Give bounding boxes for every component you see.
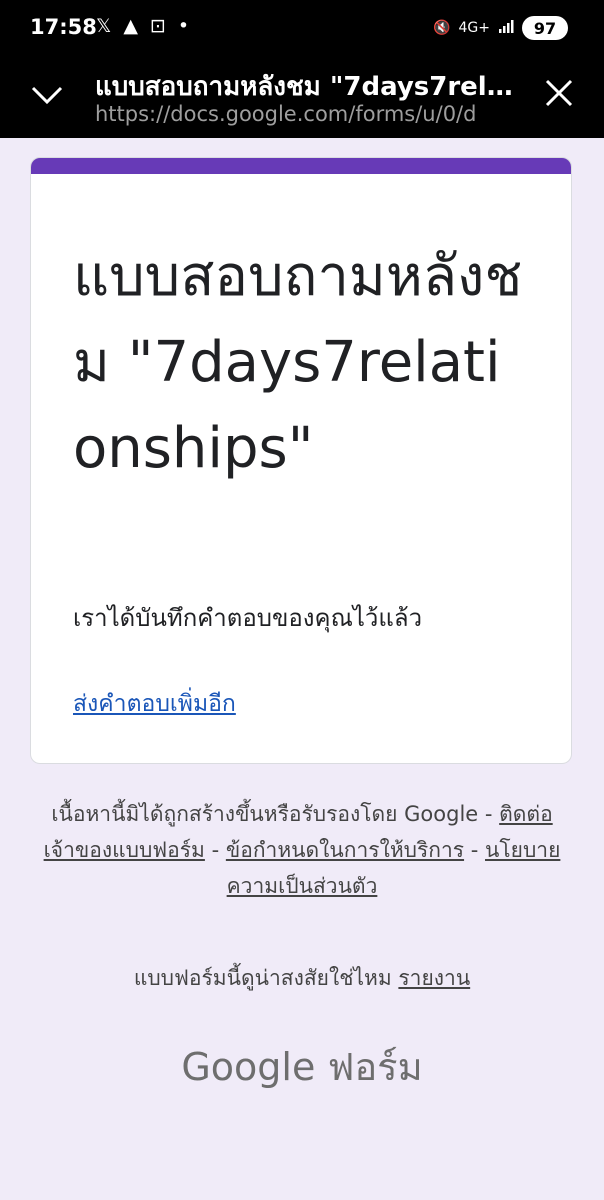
battery-indicator: 97 (522, 16, 568, 40)
confirmation-message: เราได้บันทึกคำตอบของคุณไว้แล้ว (73, 604, 423, 632)
report-link[interactable]: รายงาน (398, 966, 470, 990)
chevron-down-icon[interactable] (30, 80, 64, 110)
disclaimer-text: เนื้อหานี้มิได้ถูกสร้างขึ้นหรือรับรองโดย… (51, 802, 493, 826)
x-app-icon: 𝕏 (96, 15, 112, 37)
browser-top-bar: แบบสอบถามหลังชม "7days7relationships" ht… (0, 60, 604, 138)
close-icon[interactable] (544, 78, 574, 108)
submit-another-link[interactable]: ส่งคำตอบเพิ่มอีก (73, 686, 236, 722)
notification-icons: 𝕏 ▲ ⊡ • (96, 15, 189, 37)
footer-disclaimer: เนื้อหานี้มิได้ถูกสร้างขึ้นหรือรับรองโดย… (40, 796, 564, 904)
separator: - (211, 838, 220, 862)
suspicious-text: แบบฟอร์มนี้ดูน่าสงสัยใช่ไหม (133, 966, 392, 990)
warning-icon: ▲ (123, 15, 138, 37)
google-forms-logo: Google ฟอร์ม (181, 1045, 423, 1089)
status-time: 17:58 (30, 15, 97, 39)
form-title: แบบสอบถามหลังชม "7days7relationships" (73, 244, 523, 481)
form-response-card: แบบสอบถามหลังชม "7days7relationships" เร… (30, 157, 572, 764)
dot-icon: • (177, 15, 190, 37)
card-accent-bar (31, 158, 571, 174)
report-section: แบบฟอร์มนี้ดูน่าสงสัยใช่ไหม รายงาน (40, 962, 564, 995)
page-url: https://docs.google.com/forms/u/0/d (95, 102, 477, 126)
signal-icon (498, 18, 514, 38)
separator: - (470, 838, 479, 862)
network-label: 4G+ (458, 20, 491, 36)
status-bar: 17:58 𝕏 ▲ ⊡ • 🔇 4G+ 97 (0, 0, 604, 60)
terms-link[interactable]: ข้อกำหนดในการให้บริการ (226, 838, 464, 862)
mute-icon: 🔇 (433, 20, 451, 36)
system-icons: 🔇 4G+ 97 (433, 16, 568, 40)
page-title: แบบสอบถามหลังชม "7days7relationships" (95, 72, 525, 102)
screenshot-icon: ⊡ (149, 15, 166, 37)
